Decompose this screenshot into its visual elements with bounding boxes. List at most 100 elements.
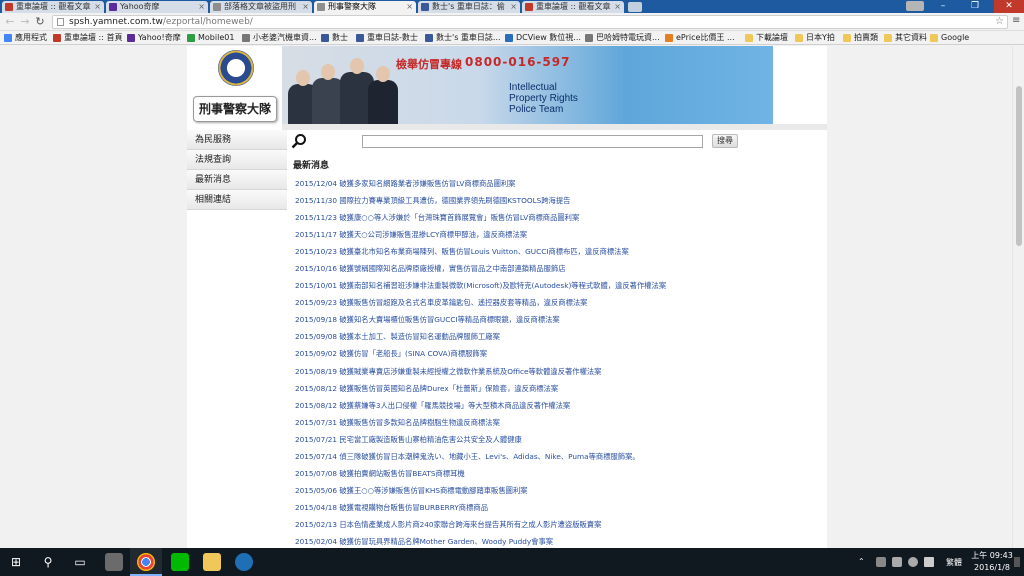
volume-icon[interactable] [924, 557, 934, 567]
tab-car-forum-2[interactable]: 重車論壇 :: 觀看文章 × [522, 1, 624, 13]
news-item[interactable]: 2015/07/21 民宅當工廠製造販售山寨柏精油危害公共安全及人體健康 [295, 435, 815, 452]
search-icon[interactable]: ⚲ [32, 548, 64, 576]
page-info-icon[interactable] [57, 18, 64, 26]
battery-icon[interactable] [892, 557, 902, 567]
close-window-icon[interactable]: ✕ [994, 0, 1024, 13]
bookmark-car-forum[interactable]: 重車論壇 :: 首頁 [53, 32, 122, 44]
bookmark-shushi[interactable]: 數士 [321, 32, 348, 44]
forward-arrow-icon[interactable]: → [18, 15, 32, 29]
close-tab-icon[interactable]: × [614, 1, 621, 13]
bookmark-folder-downloads[interactable]: 下載論壇 [745, 32, 788, 44]
news-item[interactable]: 2015/05/06 破獲王○○等涉嫌販售仿冒KHS商標電動腳踏車販售圖利案 [295, 486, 815, 503]
tab-blog-journal[interactable]: 數士's 重車日誌：偷 × [418, 1, 520, 13]
bookmark-apps[interactable]: 應用程式 [4, 32, 47, 44]
search-button[interactable]: 搜尋 [712, 134, 738, 148]
bookmark-folder-other[interactable]: 其它資料 [884, 32, 927, 44]
close-tab-icon[interactable]: × [198, 1, 205, 13]
maximize-icon[interactable]: ❐ [960, 0, 990, 13]
app-fox-icon[interactable] [98, 548, 130, 576]
chrome-menu-icon[interactable]: ≡ [1012, 15, 1020, 26]
network-icon[interactable] [908, 557, 918, 567]
reload-icon[interactable]: ↻ [33, 15, 47, 29]
news-item[interactable]: 2015/09/23 破獲販售仿冒超跑及名式名車皮革鑰匙包、遙控器皮套等精品，違… [295, 298, 815, 315]
bookmark-eprice[interactable]: ePrice比價王 ... [665, 32, 735, 44]
news-item[interactable]: 2015/02/13 日本色情產業成人影片商240家聯合跨海來台提告其所有之成人… [295, 520, 815, 537]
tab-blog-plagiarism[interactable]: 部落格文章被盜用刑 × [210, 1, 312, 13]
tab-yahoo[interactable]: Yahoo奇摩 × [106, 1, 208, 13]
news-item[interactable]: 2015/11/30 國際拉力賽專業頂級工具遭仿，德國業界領先刷德國KSTOOL… [295, 196, 815, 213]
header-banner: 檢舉仿冒專線 0800-016-597 Intellectual Propert… [282, 46, 773, 124]
news-item[interactable]: 2015/07/14 偵三隊破獲仿冒日本潮牌鬼洗い、地藏小王、Levi's、Ad… [295, 452, 815, 469]
news-item[interactable]: 2015/11/17 破獲天○公司涉嫌販售混掺LCY商標甲醇油，違反商標法案 [295, 230, 815, 247]
news-item[interactable]: 2015/10/01 破獲南部知名補習班涉嫌非法重製微軟(Microsoft)及… [295, 281, 815, 298]
line-app-icon[interactable] [164, 548, 196, 576]
taskbar-clock[interactable]: 上午 09:43 2016/1/8 [968, 550, 1016, 574]
site-container: 刑事警察大隊 檢舉仿冒專線 0800-016-597 Intellectual … [187, 46, 827, 548]
apps-grid-icon [4, 34, 12, 42]
blogger-icon [421, 3, 429, 11]
hotline-label: 檢舉仿冒專線 [396, 58, 462, 71]
news-item[interactable]: 2015/10/23 破獲臺北市知名布業商場陳列、販售仿冒Louis Vuitt… [295, 247, 815, 264]
browser-tab-strip: 重車論壇 :: 觀看文章 × Yahoo奇摩 × 部落格文章被盜用刑 × 刑事警… [0, 0, 1024, 13]
bookmark-bahamut[interactable]: 巴哈姆特電玩資... [585, 32, 660, 44]
bookmark-mobile01[interactable]: Mobile01 [187, 32, 234, 44]
facebook-icon [321, 34, 329, 42]
bookmark-folder-japan-auction[interactable]: 日本Y拍 [795, 32, 835, 44]
back-arrow-icon[interactable]: ← [3, 15, 17, 29]
notification-icon[interactable] [1014, 557, 1020, 567]
bookmark-yahoo[interactable]: Yahoo!奇摩 [127, 32, 181, 44]
menu-item-latest-news[interactable]: 最新消息 [187, 170, 287, 190]
bookmark-star-icon[interactable]: ☆ [995, 16, 1004, 28]
tray-app-icon[interactable] [876, 557, 886, 567]
new-tab-button[interactable] [628, 2, 642, 12]
news-item[interactable]: 2015/08/12 破獲販售仿冒英國知名品牌Durex「杜蕾斯」保險套，違反商… [295, 384, 815, 401]
app-globe-icon[interactable] [228, 548, 260, 576]
news-item[interactable]: 2015/08/19 破獲賊業專賣店涉嫌重製未經授權之微軟作業系統及Office… [295, 367, 815, 384]
chrome-icon[interactable] [130, 548, 162, 576]
tab-car-forum[interactable]: 重車論壇 :: 觀看文章 × [2, 1, 104, 13]
bookmark-car-info[interactable]: 小老婆汽機車資... [242, 32, 317, 44]
menu-item-citizen-services[interactable]: 為民服務 [187, 130, 287, 150]
folder-icon [795, 34, 803, 42]
minimize-icon[interactable]: – [928, 0, 958, 13]
news-item[interactable]: 2015/07/31 破獲販售仿冒多款知名品牌樹脂生物違反商標法案 [295, 418, 815, 435]
tab-criminal-police[interactable]: 刑事警察大隊 × [314, 1, 416, 13]
close-tab-icon[interactable]: × [510, 1, 517, 13]
news-item[interactable]: 2015/11/23 破獲康○○等人涉嫌於「台灣珠寶首飾展覽會」販售仿冒LV商標… [295, 213, 815, 230]
tray-arrow-icon[interactable]: ⌃ [858, 557, 868, 567]
url-path: /ezportal/homeweb/ [162, 17, 253, 27]
news-item[interactable]: 2015/02/04 破獲仿冒玩具界精品名牌Mother Garden、Wood… [295, 537, 815, 548]
task-view-icon[interactable]: ▭ [64, 548, 96, 576]
close-tab-icon[interactable]: × [302, 1, 309, 13]
news-item[interactable]: 2015/07/08 破獲拍賣網站販售仿冒BEATS商標耳機 [295, 469, 815, 486]
scrollbar-thumb[interactable] [1016, 86, 1022, 246]
user-profile-chip[interactable] [906, 1, 924, 11]
news-item[interactable]: 2015/12/04 破獲多家知名網路業者涉嫌販售仿冒LV商標商品圖利案 [295, 179, 815, 196]
news-item[interactable]: 2015/08/12 破獲蔡嫌等3人出口侵權「羅馬競技場」等大型積木商品違反著作… [295, 401, 815, 418]
bookmark-folder-google[interactable]: Google [930, 32, 969, 44]
close-tab-icon[interactable]: × [94, 1, 101, 13]
site-title[interactable]: 刑事警察大隊 [193, 96, 277, 122]
address-bar[interactable]: spsh.yamnet.com.tw/ezportal/homeweb/ ☆ [52, 15, 1008, 29]
news-item[interactable]: 2015/09/02 破獲仿冒「老船長」(SINA COVA)商標服飾案 [295, 349, 815, 366]
news-item[interactable]: 2015/10/16 破獲號稱國際知名品牌原廠授權，實售仿冒品之中南部連鎖精品服… [295, 264, 815, 281]
gmail-icon [5, 3, 13, 11]
menu-item-related-links[interactable]: 相關連結 [187, 190, 287, 210]
input-method-indicator[interactable]: 繁體 [946, 557, 962, 568]
news-item[interactable]: 2015/09/18 破獲知名大賣場櫃位販售仿冒GUCCI等精品商標眼鏡，違反商… [295, 315, 815, 332]
close-tab-icon[interactable]: × [406, 1, 413, 13]
search-bar: 搜尋 [287, 130, 827, 152]
news-item[interactable]: 2015/04/18 破獲電視購物台販售仿冒BURBERRY商標商品 [295, 503, 815, 520]
windows-start-icon[interactable]: ⊞ [0, 548, 32, 576]
page-scrollbar[interactable] [1012, 46, 1024, 548]
bookmark-car-journal[interactable]: 重車日誌-數士 [356, 32, 418, 44]
windows-taskbar: ⊞ ⚲ ▭ ⌃ 繁體 上午 09:43 2016/1/8 [0, 548, 1024, 576]
search-input[interactable] [362, 135, 703, 148]
bookmark-dcview[interactable]: DCView 數位視... [505, 32, 581, 44]
bookmark-blog[interactable]: 數士's 重車日誌... [425, 32, 501, 44]
bookmark-folder-auction[interactable]: 拍賣類 [843, 32, 878, 44]
gmail-icon [525, 3, 533, 11]
file-explorer-icon[interactable] [196, 548, 228, 576]
menu-item-regulations[interactable]: 法規查詢 [187, 150, 287, 170]
news-item[interactable]: 2015/09/08 破獲本土加工、製造仿冒知名運動品牌服飾工廠案 [295, 332, 815, 349]
